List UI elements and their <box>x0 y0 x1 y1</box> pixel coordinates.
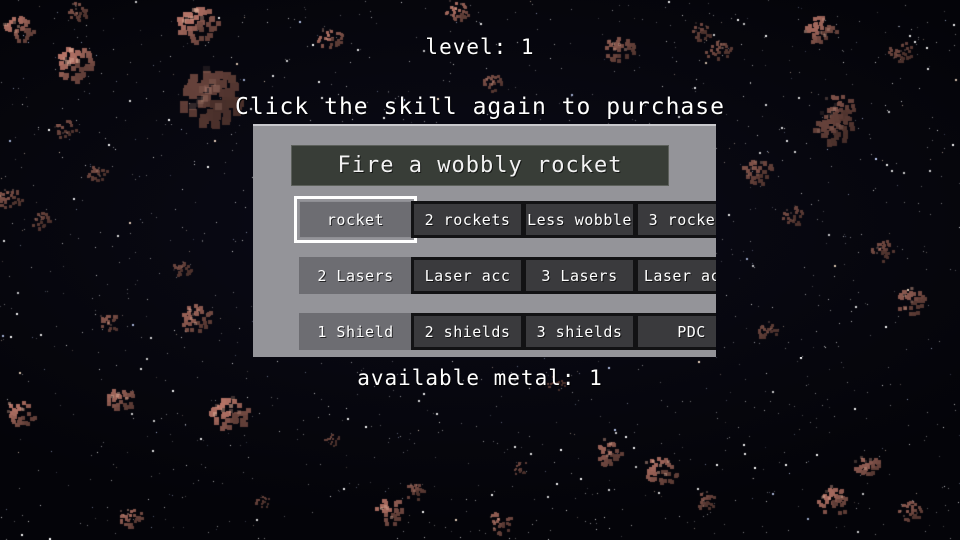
skill-laser-acc[interactable]: Laser acc <box>411 257 524 294</box>
skill-less-wobble[interactable]: Less wobble <box>523 201 636 238</box>
skill-3-lasers[interactable]: 3 Lasers <box>523 257 636 294</box>
available-metal-indicator: available metal: 1 <box>357 366 603 390</box>
skill-2-shields[interactable]: 2 shields <box>411 313 524 350</box>
skill-panel: Fire a wobbly rocket rocket 2 rockets Less… <box>253 124 716 357</box>
skill-button-grid: rocket2 rocketsLess wobble3 rockets2 Las… <box>276 196 716 357</box>
skill-2-rockets[interactable]: 2 rockets <box>411 201 524 238</box>
skill-2-lasers[interactable]: 2 Lasers <box>299 257 412 294</box>
skill-row: 2 LasersLaser acc3 LasersLaser acc+ <box>276 257 716 313</box>
level-indicator: level: 1 <box>425 35 535 59</box>
game-screen: level: 1 Click the skill again to purcha… <box>0 0 960 540</box>
skill-1-shield[interactable]: 1 Shield <box>299 313 412 350</box>
skill-rocket[interactable]: rocket <box>294 196 417 243</box>
skill-3-shields[interactable]: 3 shields <box>523 313 636 350</box>
purchase-hint: Click the skill again to purchase <box>235 94 725 120</box>
skill-row: rocket2 rocketsLess wobble3 rockets <box>276 196 716 257</box>
skill-pdc[interactable]: PDC <box>635 313 716 350</box>
skill-description-label: Fire a wobbly rocket <box>337 153 623 178</box>
skill-laser-acc-plus[interactable]: Laser acc+ <box>635 257 716 294</box>
skill-description-banner: Fire a wobbly rocket <box>291 145 669 186</box>
skill-row: 1 Shield 2 shields 3 shields PDC <box>276 313 716 357</box>
skill-3-rockets[interactable]: 3 rockets <box>635 201 716 238</box>
